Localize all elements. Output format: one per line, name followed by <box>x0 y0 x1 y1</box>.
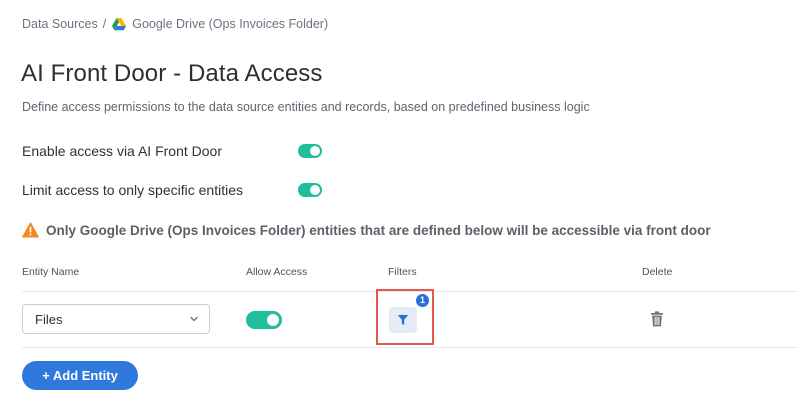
allow-access-toggle[interactable] <box>246 311 282 329</box>
entity-name-select[interactable]: Files <box>22 304 210 334</box>
filter-button[interactable] <box>389 307 417 333</box>
trash-icon[interactable] <box>650 311 664 327</box>
warning-message: Only Google Drive (Ops Invoices Folder) … <box>22 222 711 238</box>
enable-access-setting: Enable access via AI Front Door <box>22 141 322 161</box>
enable-access-label: Enable access via AI Front Door <box>22 143 222 159</box>
toggle-knob <box>310 185 320 195</box>
breadcrumb-current: Google Drive (Ops Invoices Folder) <box>132 17 329 31</box>
enable-access-toggle[interactable] <box>298 144 322 158</box>
filter-count-badge: 1 <box>416 294 429 307</box>
page-subtitle: Define access permissions to the data so… <box>22 100 590 114</box>
limit-access-setting: Limit access to only specific entities <box>22 180 322 200</box>
column-header-entity-name: Entity Name <box>22 266 80 278</box>
warning-text: Only Google Drive (Ops Invoices Folder) … <box>46 222 711 238</box>
table-row: Files 1 <box>22 289 797 348</box>
add-entity-button[interactable]: + Add Entity <box>22 361 138 390</box>
chevron-down-icon <box>190 316 198 322</box>
column-header-filters: Filters <box>388 266 417 278</box>
entity-name-value: Files <box>35 311 63 327</box>
breadcrumb-separator: / <box>102 17 107 31</box>
toggle-knob <box>267 314 279 326</box>
page-title: AI Front Door - Data Access <box>21 60 323 87</box>
limit-access-toggle[interactable] <box>298 183 322 197</box>
google-drive-icon <box>112 17 127 31</box>
filter-icon <box>397 315 409 325</box>
entity-table-header: Entity Name Allow Access Filters Delete <box>22 263 797 292</box>
column-header-delete: Delete <box>642 266 673 278</box>
warning-icon <box>22 222 39 238</box>
limit-access-label: Limit access to only specific entities <box>22 182 243 198</box>
breadcrumb: Data Sources / Google Drive (Ops Invoice… <box>22 17 328 31</box>
toggle-knob <box>310 146 320 156</box>
column-header-allow-access: Allow Access <box>246 266 308 278</box>
breadcrumb-root-link[interactable]: Data Sources <box>22 17 98 31</box>
